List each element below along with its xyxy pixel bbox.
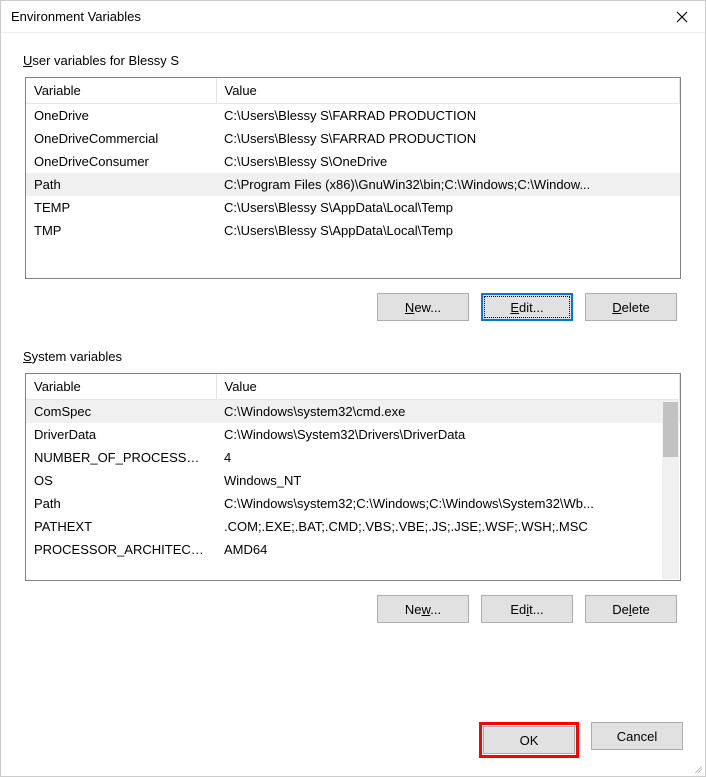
col-variable[interactable]: Variable bbox=[26, 374, 216, 400]
cell-value: C:\Users\Blessy S\FARRAD PRODUCTION bbox=[216, 127, 680, 150]
table-row[interactable]: PROCESSOR_ARCHITECTU...AMD64 bbox=[26, 538, 680, 561]
close-icon bbox=[676, 11, 688, 23]
system-button-row: New... Edit... Delete bbox=[25, 581, 681, 629]
scrollbar[interactable] bbox=[662, 402, 679, 579]
titlebar: Environment Variables bbox=[1, 1, 705, 33]
cell-value: .COM;.EXE;.BAT;.CMD;.VBS;.VBE;.JS;.JSE;.… bbox=[216, 515, 680, 538]
cancel-button[interactable]: Cancel bbox=[591, 722, 683, 750]
cell-value: C:\Users\Blessy S\AppData\Local\Temp bbox=[216, 219, 680, 242]
cell-variable: ComSpec bbox=[26, 400, 216, 424]
cell-value: Windows_NT bbox=[216, 469, 680, 492]
cell-variable: PATHEXT bbox=[26, 515, 216, 538]
table-row[interactable]: ComSpecC:\Windows\system32\cmd.exe bbox=[26, 400, 680, 424]
table-row[interactable]: OSWindows_NT bbox=[26, 469, 680, 492]
cell-value: AMD64 bbox=[216, 538, 680, 561]
ok-button[interactable]: OK bbox=[483, 726, 575, 754]
system-new-button[interactable]: New... bbox=[377, 595, 469, 623]
cell-variable: Path bbox=[26, 492, 216, 515]
cell-value: C:\Windows\system32\cmd.exe bbox=[216, 400, 680, 424]
col-variable[interactable]: Variable bbox=[26, 78, 216, 104]
cell-value: C:\Windows\system32;C:\Windows;C:\Window… bbox=[216, 492, 680, 515]
cell-value: C:\Windows\System32\Drivers\DriverData bbox=[216, 423, 680, 446]
table-row[interactable]: DriverDataC:\Windows\System32\Drivers\Dr… bbox=[26, 423, 680, 446]
cell-variable: OneDriveCommercial bbox=[26, 127, 216, 150]
table-row[interactable]: NUMBER_OF_PROCESSORS4 bbox=[26, 446, 680, 469]
user-delete-button[interactable]: Delete bbox=[585, 293, 677, 321]
cell-variable: TMP bbox=[26, 219, 216, 242]
user-vars-label: User variables for Blessy S bbox=[21, 53, 181, 68]
user-edit-button[interactable]: Edit... bbox=[481, 293, 573, 321]
user-vars-group: User variables for Blessy S Variable Val… bbox=[19, 63, 687, 337]
system-vars-label: System variables bbox=[21, 349, 124, 364]
table-row[interactable]: OneDriveCommercialC:\Users\Blessy S\FARR… bbox=[26, 127, 680, 150]
system-vars-table[interactable]: Variable Value ComSpecC:\Windows\system3… bbox=[25, 373, 681, 581]
cell-variable: NUMBER_OF_PROCESSORS bbox=[26, 446, 216, 469]
col-value[interactable]: Value bbox=[216, 78, 680, 104]
cell-value: C:\Users\Blessy S\AppData\Local\Temp bbox=[216, 196, 680, 219]
cell-variable: DriverData bbox=[26, 423, 216, 446]
cell-variable: PROCESSOR_ARCHITECTU... bbox=[26, 538, 216, 561]
close-button[interactable] bbox=[659, 1, 705, 33]
cell-value: C:\Program Files (x86)\GnuWin32\bin;C:\W… bbox=[216, 173, 680, 196]
ok-highlight: OK bbox=[479, 722, 579, 758]
user-new-button[interactable]: New... bbox=[377, 293, 469, 321]
cell-value: C:\Users\Blessy S\OneDrive bbox=[216, 150, 680, 173]
window-title: Environment Variables bbox=[11, 9, 141, 24]
cell-variable: TEMP bbox=[26, 196, 216, 219]
user-button-row: New... Edit... Delete bbox=[25, 279, 681, 327]
table-row[interactable]: PATHEXT.COM;.EXE;.BAT;.CMD;.VBS;.VBE;.JS… bbox=[26, 515, 680, 538]
env-vars-dialog: Environment Variables User variables for… bbox=[0, 0, 706, 777]
table-row[interactable]: PathC:\Windows\system32;C:\Windows;C:\Wi… bbox=[26, 492, 680, 515]
scrollbar-thumb[interactable] bbox=[663, 402, 678, 457]
col-value[interactable]: Value bbox=[216, 374, 680, 400]
cell-variable: Path bbox=[26, 173, 216, 196]
dialog-footer: OK Cancel bbox=[1, 708, 705, 776]
system-edit-button[interactable]: Edit... bbox=[481, 595, 573, 623]
cell-variable: OS bbox=[26, 469, 216, 492]
system-delete-button[interactable]: Delete bbox=[585, 595, 677, 623]
cell-value: C:\Users\Blessy S\FARRAD PRODUCTION bbox=[216, 104, 680, 128]
cell-value: 4 bbox=[216, 446, 680, 469]
table-row[interactable]: OneDriveConsumerC:\Users\Blessy S\OneDri… bbox=[26, 150, 680, 173]
table-row[interactable]: OneDriveC:\Users\Blessy S\FARRAD PRODUCT… bbox=[26, 104, 680, 128]
system-vars-group: System variables Variable Value ComSpecC… bbox=[19, 359, 687, 639]
table-row[interactable]: TMPC:\Users\Blessy S\AppData\Local\Temp bbox=[26, 219, 680, 242]
table-row[interactable]: PathC:\Program Files (x86)\GnuWin32\bin;… bbox=[26, 173, 680, 196]
dialog-body: User variables for Blessy S Variable Val… bbox=[1, 33, 705, 708]
table-row[interactable]: TEMPC:\Users\Blessy S\AppData\Local\Temp bbox=[26, 196, 680, 219]
cell-variable: OneDriveConsumer bbox=[26, 150, 216, 173]
cell-variable: OneDrive bbox=[26, 104, 216, 128]
user-vars-table[interactable]: Variable Value OneDriveC:\Users\Blessy S… bbox=[25, 77, 681, 279]
